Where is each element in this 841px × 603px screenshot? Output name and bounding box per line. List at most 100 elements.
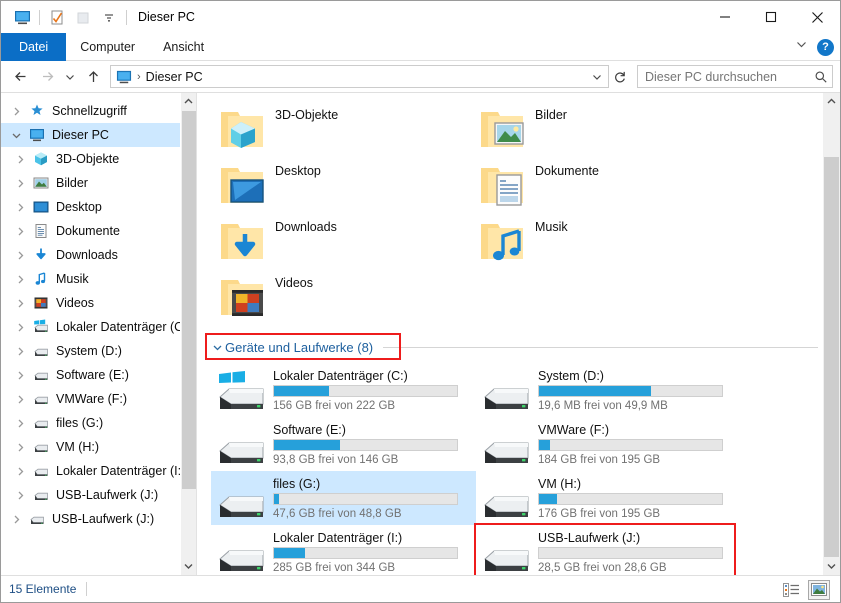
sidebar-item-software-e[interactable]: Software (E:) [1,363,196,387]
chevron-right-icon[interactable] [9,274,31,285]
sidebar-item-lokaler-datentr-ger-i[interactable]: Lokaler Datenträger (I:) [1,459,196,483]
sidebar-item-label: USB-Laufwerk (J:) [56,488,159,502]
sidebar-scrollbar[interactable] [180,93,196,575]
chevron-right-icon[interactable] [9,250,31,261]
sidebar-item-downloads[interactable]: Downloads [1,243,196,267]
chevron-right-icon[interactable] [5,514,27,525]
breadcrumb-this-pc-icon[interactable] [116,69,132,85]
drive-free-space-label: 285 GB frei von 344 GB [273,561,396,574]
sidebar-item-label: Bilder [56,176,88,190]
drive-item-files-g[interactable]: files (G:) 47,6 GB frei von 48,8 GB [211,471,476,525]
this-pc-icon[interactable] [9,4,35,30]
sidebar-scroll-thumb[interactable] [182,111,196,489]
sidebar-item-system-d[interactable]: System (D:) [1,339,196,363]
folder-item-bilder[interactable]: Bilder [475,101,735,157]
folder-item-videos[interactable]: Videos [215,269,475,325]
close-button[interactable] [794,1,840,33]
new-folder-icon[interactable] [70,4,96,30]
search-input[interactable]: Dieser PC durchsuchen [645,70,814,84]
folder-item-dokumente[interactable]: Dokumente [475,157,735,213]
chevron-right-icon[interactable] [9,298,31,309]
breadcrumb[interactable]: › Dieser PC [116,69,588,85]
chevron-right-icon[interactable] [9,370,31,381]
address-field[interactable]: › Dieser PC [110,65,609,88]
drive-item-system-d[interactable]: System (D:) 19,6 MB frei von 49,9 MB [476,363,741,417]
drive-capacity-bar [538,492,723,505]
sidebar-scroll-down-icon[interactable] [181,558,196,575]
sidebar-item-vmware-f[interactable]: VMWare (F:) [1,387,196,411]
ribbon-tab-bar: Datei Computer Ansicht ? [1,33,840,61]
tab-datei[interactable]: Datei [1,33,67,61]
content-scrollbar[interactable] [823,93,840,575]
sidebar-item-dieser-pc[interactable]: Dieser PC [1,123,196,147]
maximize-button[interactable] [748,1,794,33]
search-icon[interactable] [814,70,828,84]
devices-group-header[interactable]: Geräte und Laufwerke (8) [205,333,840,360]
drive-item-software-e[interactable]: Software (E:) 93,8 GB frei von 146 GB [211,417,476,471]
folder-item-downloads[interactable]: Downloads [215,213,475,269]
chevron-right-icon[interactable] [9,154,31,165]
chevron-down-icon[interactable] [209,342,225,353]
details-view-icon[interactable] [780,580,802,600]
drive-item-lokaler-datentr-ger-i[interactable]: Lokaler Datenträger (I:) 285 GB frei von … [211,525,476,575]
back-button[interactable] [8,65,34,89]
sidebar-item-dokumente[interactable]: Dokumente [1,219,196,243]
sidebar-item-videos[interactable]: Videos [1,291,196,315]
sidebar-scroll-up-icon[interactable] [181,93,196,110]
tab-computer[interactable]: Computer [66,33,149,61]
drive-item-vm-h[interactable]: VM (H:) 176 GB frei von 195 GB [476,471,741,525]
chevron-right-icon[interactable] [9,466,31,477]
customize-dropdown-icon[interactable] [96,4,122,30]
drive-capacity-bar [538,546,723,559]
recent-locations-button[interactable] [60,65,80,89]
sidebar-item-schnellzugriff[interactable]: Schnellzugriff [1,99,196,123]
search-box[interactable]: Dieser PC durchsuchen [637,65,833,88]
chevron-right-icon[interactable] [9,490,31,501]
chevron-right-icon[interactable] [9,442,31,453]
content-scroll-down-icon[interactable] [823,558,840,575]
drive-icon [217,423,267,465]
up-button[interactable] [80,65,106,89]
properties-icon[interactable] [44,4,70,30]
sidebar-item-files-g[interactable]: files (G:) [1,411,196,435]
sidebar-item-desktop[interactable]: Desktop [1,195,196,219]
content-scroll-thumb[interactable] [824,157,839,557]
chevron-right-icon[interactable] [9,418,31,429]
sidebar-item-usb-laufwerk-j[interactable]: USB-Laufwerk (J:) [1,483,196,507]
large-icons-view-icon[interactable] [808,579,830,600]
sidebar-item-bilder[interactable]: Bilder [1,171,196,195]
chevron-right-icon[interactable] [5,106,27,117]
sidebar-item-usb-laufwerk-j[interactable]: USB-Laufwerk (J:) [1,507,196,531]
chevron-right-icon[interactable] [9,226,31,237]
folder-item-label: Downloads [275,220,337,234]
chevron-right-icon[interactable] [9,346,31,357]
sidebar-item-label: Dieser PC [52,128,109,142]
drive-free-space-label: 47,6 GB frei von 48,8 GB [273,507,402,520]
address-dropdown-icon[interactable] [588,66,606,87]
chevron-right-icon[interactable] [9,178,31,189]
sidebar-item-3d-objekte[interactable]: 3D-Objekte [1,147,196,171]
folder-item-3d-objekte[interactable]: 3D-Objekte [215,101,475,157]
drive-item-lokaler-datentr-ger-c[interactable]: Lokaler Datenträger (C:) 156 GB frei von … [211,363,476,417]
sidebar-item-musik[interactable]: Musik [1,267,196,291]
devices-group-title[interactable]: Geräte und Laufwerke (8) [225,340,373,355]
chevron-down-icon[interactable] [795,38,808,56]
breadcrumb-item-dieser-pc[interactable]: Dieser PC [146,70,203,84]
downloads-icon [31,247,51,263]
help-button[interactable]: ? [817,38,834,56]
drive-item-usb-laufwerk-j[interactable]: USB-Laufwerk (J:) 28,5 GB frei von 28,6 G… [474,523,741,575]
tab-ansicht[interactable]: Ansicht [149,33,218,61]
chevron-down-icon[interactable] [5,130,27,141]
content-scroll-up-icon[interactable] [823,93,840,110]
drive-item-vmware-f[interactable]: VMWare (F:) 184 GB frei von 195 GB [476,417,741,471]
sidebar-item-vm-h[interactable]: VM (H:) [1,435,196,459]
refresh-icon[interactable] [609,65,631,88]
chevron-right-icon[interactable] [9,202,31,213]
chevron-right-icon[interactable] [9,322,31,333]
chevron-right-icon[interactable] [9,394,31,405]
minimize-button[interactable] [702,1,748,33]
sidebar-item-lokaler-datentr-ger-c[interactable]: Lokaler Datenträger (C:) [1,315,196,339]
folder-item-musik[interactable]: Musik [475,213,735,269]
drive-capacity-fill [274,385,329,396]
folder-item-desktop[interactable]: Desktop [215,157,475,213]
